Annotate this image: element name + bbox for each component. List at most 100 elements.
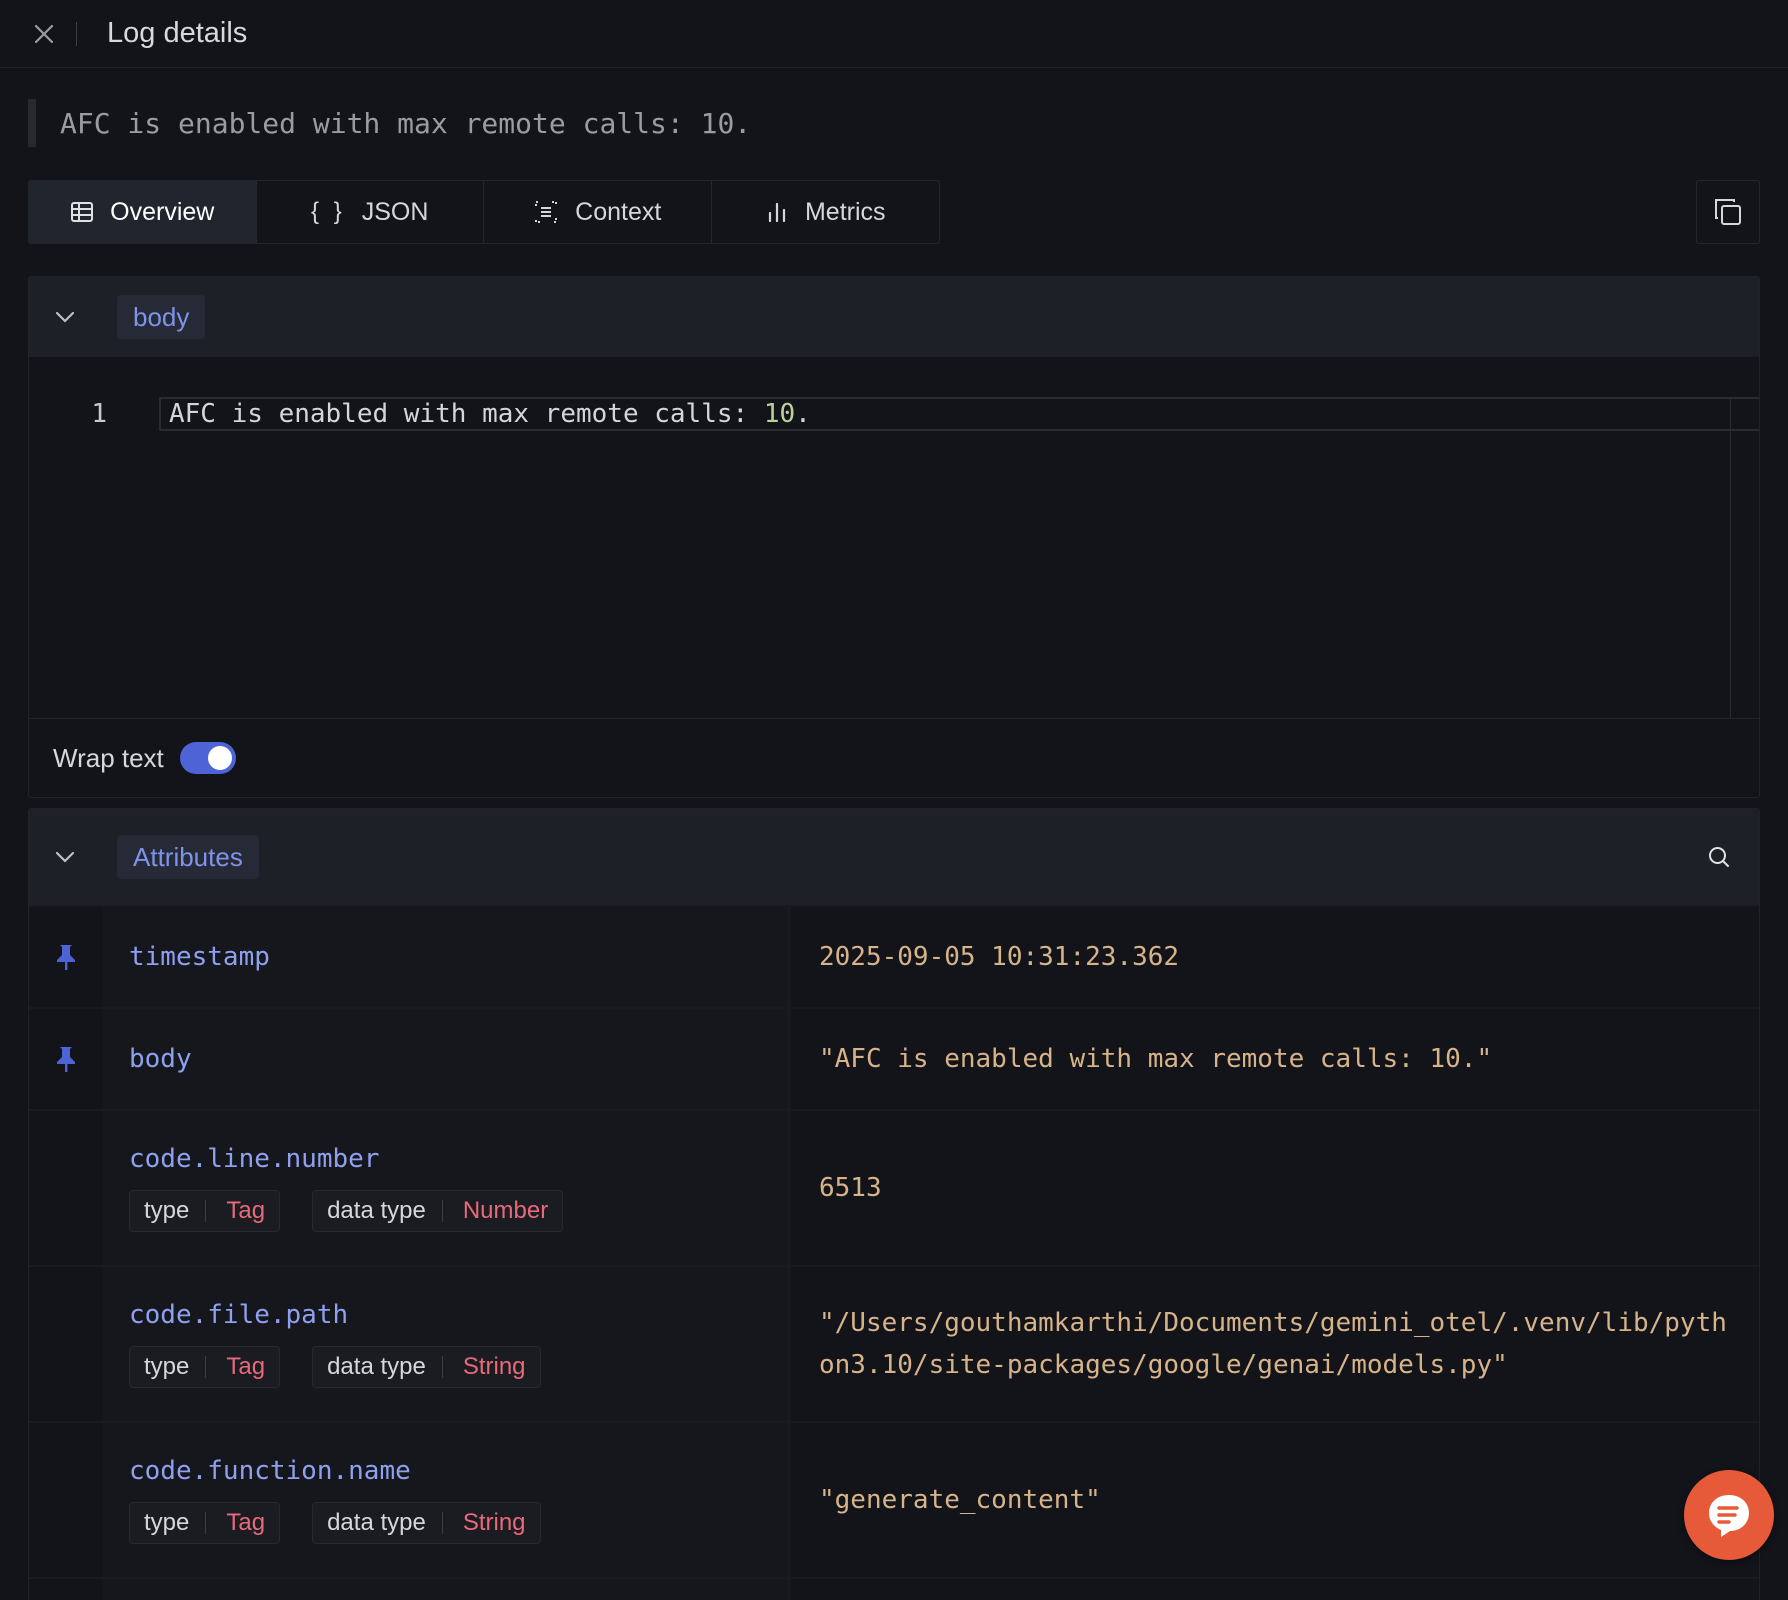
attributes-section-header: Attributes: [29, 809, 1759, 905]
search-icon: [1709, 847, 1729, 867]
close-icon: [34, 24, 54, 43]
line-text: AFC is enabled with max remote calls: 10…: [159, 397, 1759, 431]
tab-overview[interactable]: Overview: [29, 181, 257, 243]
data-type-tag: data type Number: [312, 1190, 564, 1232]
attribute-tags: type Tag data type String: [129, 1502, 787, 1544]
tab-overview-label: Overview: [110, 197, 215, 226]
code-number-token: 10: [763, 399, 796, 429]
editor-line: 1 AFC is enabled with max remote calls: …: [29, 397, 1759, 431]
chevron-down-icon: [55, 311, 75, 323]
line-number: 1: [91, 399, 107, 429]
data-type-tag-value: String: [462, 1353, 526, 1380]
page-title: Log details: [107, 17, 248, 49]
type-tag: type Tag: [129, 1190, 281, 1232]
attribute-value: "/Users/gouthamkarthi/Documents/gemini_o…: [819, 1308, 1727, 1380]
body-section-title: body: [117, 295, 206, 339]
attribute-value: 6513: [819, 1173, 882, 1203]
attribute-key: code.line.number: [129, 1144, 380, 1174]
pin-button[interactable]: [29, 907, 103, 1007]
attribute-value: "generate_content": [819, 1485, 1101, 1515]
pin-slot[interactable]: [29, 1423, 103, 1577]
bar-chart-icon: [768, 202, 786, 223]
attribute-key: code.function.name: [129, 1456, 411, 1486]
data-type-tag-value: Number: [462, 1197, 549, 1224]
attribute-tags: type Tag data type Number: [129, 1190, 787, 1232]
tag-divider: [205, 1356, 207, 1378]
pin-icon: [57, 1047, 75, 1072]
tag-divider: [441, 1512, 443, 1534]
type-tag-value: Tag: [226, 1353, 266, 1380]
wrap-text-label: Wrap text: [53, 742, 164, 773]
data-type-tag: data type String: [312, 1346, 541, 1388]
attribute-row-code-file-path: code.file.path type Tag data type String…: [29, 1265, 1759, 1421]
attribute-key-cell: timestamp: [103, 907, 791, 1007]
close-button[interactable]: [30, 20, 58, 48]
attributes-section: Attributes timestamp 2025-09-05 10:31:23…: [28, 808, 1760, 1600]
attribute-value: 2025-09-05 10:31:23.362: [819, 942, 1180, 972]
body-editor[interactable]: 1 AFC is enabled with max remote calls: …: [29, 357, 1759, 719]
attributes-section-title: Attributes: [117, 835, 259, 879]
chat-support-button[interactable]: [1684, 1470, 1774, 1560]
attribute-key-cell: body: [103, 1009, 791, 1109]
attribute-row-partial: [29, 1577, 1759, 1600]
attribute-tags: type Tag data type String: [129, 1346, 787, 1388]
tag-divider: [441, 1356, 443, 1378]
attribute-key: timestamp: [129, 942, 270, 972]
attribute-key-cell: code.function.name type Tag data type St…: [103, 1423, 791, 1577]
type-tag: type Tag: [129, 1502, 281, 1544]
type-tag-label: type: [144, 1353, 190, 1380]
wrap-text-row: Wrap text: [29, 719, 1759, 797]
table-icon: [71, 202, 94, 222]
type-tag-label: type: [144, 1509, 190, 1536]
attributes-search-button[interactable]: [1701, 839, 1737, 875]
attribute-value: "AFC is enabled with max remote calls: 1…: [819, 1044, 1493, 1074]
attribute-key: body: [129, 1044, 192, 1074]
tab-metrics-label: Metrics: [804, 197, 886, 226]
attribute-row-code-line-number: code.line.number type Tag data type Numb…: [29, 1109, 1759, 1265]
tag-divider: [441, 1200, 443, 1222]
pin-slot[interactable]: [29, 1111, 103, 1265]
body-collapse-toggle[interactable]: [49, 301, 81, 333]
code-text: AFC is enabled with max remote calls:: [169, 399, 764, 429]
attribute-key: code.file.path: [129, 1300, 349, 1330]
attribute-row-code-function-name: code.function.name type Tag data type St…: [29, 1421, 1759, 1577]
attribute-key-cell: [103, 1579, 791, 1600]
pin-slot: [29, 1579, 103, 1600]
body-section: body 1 AFC is enabled with max remote ca…: [28, 276, 1760, 798]
copy-button[interactable]: [1696, 180, 1760, 244]
type-tag-value: Tag: [226, 1197, 266, 1224]
attribute-row-body: body "AFC is enabled with max remote cal…: [29, 1007, 1759, 1109]
braces-icon: { }: [311, 198, 346, 225]
data-type-tag-value: String: [462, 1509, 526, 1536]
tab-context[interactable]: Context: [484, 181, 712, 243]
code-suffix: .: [795, 399, 811, 429]
attribute-value-cell: [791, 1579, 1759, 1600]
context-icon: [535, 201, 558, 223]
pin-slot[interactable]: [29, 1267, 103, 1421]
tab-json[interactable]: { } JSON: [257, 181, 484, 243]
attribute-key-cell: code.line.number type Tag data type Numb…: [103, 1111, 791, 1265]
data-type-tag-label: data type: [327, 1197, 426, 1224]
body-section-header: body: [29, 277, 1759, 357]
tab-metrics[interactable]: Metrics: [712, 181, 940, 243]
pin-icon: [57, 945, 75, 970]
wrap-text-toggle[interactable]: [179, 742, 236, 774]
pin-button[interactable]: [29, 1009, 103, 1109]
log-message: AFC is enabled with max remote calls: 10…: [28, 99, 1788, 147]
attributes-collapse-toggle[interactable]: [49, 841, 81, 873]
data-type-tag: data type String: [312, 1502, 541, 1544]
type-tag-value: Tag: [226, 1509, 266, 1536]
chevron-down-icon: [55, 851, 75, 863]
view-tabs: Overview { } JSON Context Metrics: [28, 180, 940, 244]
data-type-tag-label: data type: [327, 1509, 426, 1536]
data-type-tag-label: data type: [327, 1353, 426, 1380]
tag-divider: [205, 1200, 207, 1222]
tab-json-label: JSON: [361, 197, 429, 226]
header-divider: [76, 21, 77, 46]
tag-divider: [205, 1512, 207, 1534]
type-tag: type Tag: [129, 1346, 281, 1388]
toggle-knob: [207, 746, 232, 770]
attribute-key-cell: code.file.path type Tag data type String: [103, 1267, 791, 1421]
attribute-row-timestamp: timestamp 2025-09-05 10:31:23.362: [29, 905, 1759, 1007]
editor-ruler: [1730, 397, 1731, 718]
